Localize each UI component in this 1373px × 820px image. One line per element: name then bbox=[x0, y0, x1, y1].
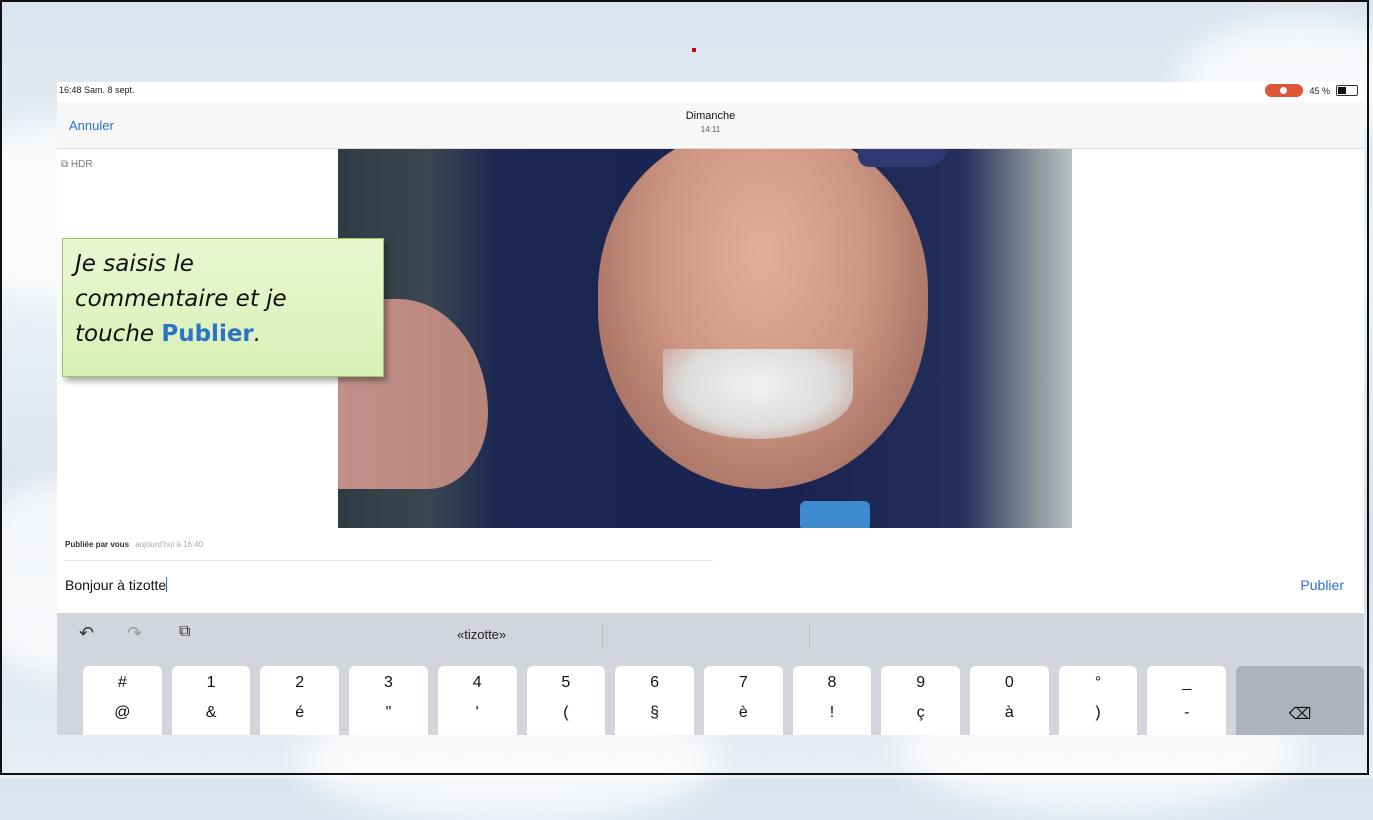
key-primary-label: _ bbox=[1182, 674, 1192, 691]
keyboard-key[interactable]: _ - bbox=[1147, 666, 1227, 735]
keyboard-key[interactable]: 7è bbox=[703, 666, 783, 735]
key-primary-label: 3 bbox=[384, 674, 393, 691]
status-bar: 16:48 Sam. 8 sept. 45 % bbox=[57, 82, 1364, 102]
comment-input[interactable]: Bonjour à tizotte bbox=[65, 577, 168, 593]
recording-icon bbox=[1265, 84, 1304, 97]
suggestion-divider bbox=[602, 623, 603, 649]
key-secondary-label: & bbox=[205, 704, 217, 721]
undo-icon[interactable]: ↶ bbox=[79, 623, 94, 644]
keyboard: ↶ ↷ ⧉ «tizotte» # @1 & 2 é 3 " 4 ' 5(6 § 7 è 8! 9 ç 0 à °)… bbox=[57, 613, 1364, 735]
key-secondary-label: è bbox=[738, 704, 748, 721]
hdr-icon: ⧉ bbox=[61, 159, 69, 170]
nav-title: Dimanche bbox=[685, 110, 736, 122]
status-indicators: 45 % bbox=[1265, 84, 1358, 97]
key-primary-label: 1 bbox=[206, 674, 216, 691]
key-primary-label: 7 bbox=[738, 674, 748, 691]
publish-button[interactable]: Publier bbox=[1300, 577, 1344, 593]
status-time: 16:48 Sam. 8 sept. bbox=[59, 85, 135, 95]
published-by: Publiée par vous bbox=[65, 540, 130, 549]
battery-percent: 45 % bbox=[1309, 85, 1330, 96]
photo-cap bbox=[858, 149, 948, 167]
callout-line-3-suffix: . bbox=[253, 321, 262, 347]
keyboard-key[interactable]: 3 " bbox=[349, 666, 428, 735]
key-secondary-label: ç bbox=[916, 704, 925, 721]
backspace-icon: ⌫ bbox=[1288, 706, 1312, 723]
nav-bar: Annuler Dimanche 14:11 bbox=[57, 102, 1364, 149]
key-primary-label: 6 bbox=[650, 674, 660, 691]
redo-icon[interactable]: ↷ bbox=[127, 623, 142, 644]
keyboard-key[interactable]: 1 & bbox=[171, 666, 251, 735]
published-info: Publiée par vous aujourd'hui à 16:40 bbox=[65, 540, 203, 549]
nav-subtitle: 14:11 bbox=[700, 125, 721, 134]
key-secondary-label: ) bbox=[1095, 704, 1101, 721]
suggestion-item[interactable]: «tizotte» bbox=[457, 627, 506, 642]
keyboard-key[interactable]: # @ bbox=[83, 666, 162, 735]
text-cursor bbox=[166, 577, 168, 592]
keyboard-key[interactable]: 9ç bbox=[881, 666, 961, 735]
hdr-label: HDR bbox=[70, 159, 93, 170]
pointer-dot bbox=[692, 48, 696, 52]
key-primary-label: 5 bbox=[561, 674, 571, 691]
callout-line-1: Je saisis le bbox=[75, 251, 194, 277]
key-secondary-label: " bbox=[385, 704, 392, 721]
suggestion-divider bbox=[809, 623, 810, 649]
keyboard-key[interactable]: 6 § bbox=[615, 666, 694, 735]
instruction-callout: Je saisis le commentaire et je touche Pu… bbox=[62, 238, 384, 377]
callout-line-3-prefix: touche bbox=[75, 321, 162, 347]
comment-text: Bonjour à tizotte bbox=[65, 577, 167, 593]
photo-shirt-logo bbox=[800, 501, 870, 528]
battery-icon bbox=[1336, 85, 1358, 96]
keyboard-key[interactable]: 2é bbox=[260, 666, 340, 735]
key-primary-label: ° bbox=[1094, 674, 1102, 691]
keyboard-toolbar: ↶ ↷ ⧉ «tizotte» bbox=[57, 613, 1364, 655]
key-secondary-label: ( bbox=[563, 704, 569, 721]
keyboard-key[interactable]: 0à bbox=[970, 666, 1049, 735]
key-row: # @1 & 2 é 3 " 4 ' 5(6 § 7 è 8! 9 ç 0 à °) _ - ⌫ bbox=[83, 666, 1364, 735]
key-primary-label: 8 bbox=[827, 674, 837, 691]
keyboard-key[interactable]: 5( bbox=[526, 666, 606, 735]
key-secondary-label: é bbox=[295, 704, 305, 721]
key-secondary-label: ' bbox=[475, 704, 479, 721]
key-primary-label: 2 bbox=[295, 674, 305, 691]
divider bbox=[65, 560, 713, 561]
key-secondary-label: - bbox=[1184, 704, 1190, 721]
hdr-badge: ⧉ HDR bbox=[61, 159, 93, 170]
key-secondary-label: ! bbox=[829, 704, 835, 721]
photo-image[interactable] bbox=[338, 149, 1072, 528]
callout-highlight: Publier bbox=[161, 321, 254, 347]
ipad-screen: 16:48 Sam. 8 sept. 45 % Annuler Dimanche… bbox=[57, 82, 1364, 735]
keyboard-key[interactable]: 4 ' bbox=[437, 666, 517, 735]
published-when: aujourd'hui à 16:40 bbox=[135, 540, 204, 549]
key-primary-label: 9 bbox=[916, 674, 926, 691]
key-secondary-label: à bbox=[1004, 704, 1014, 721]
key-secondary-label: @ bbox=[114, 704, 131, 721]
delete-key[interactable]: ⌫ bbox=[1236, 666, 1364, 735]
keyboard-key[interactable]: °) bbox=[1058, 666, 1138, 735]
key-primary-label: 0 bbox=[1004, 674, 1014, 691]
keyboard-key[interactable]: 8! bbox=[792, 666, 872, 735]
paste-icon[interactable]: ⧉ bbox=[179, 623, 190, 641]
key-primary-label: # bbox=[117, 674, 127, 691]
callout-line-3: touche Publier. bbox=[75, 317, 371, 352]
key-secondary-label: § bbox=[650, 704, 660, 721]
callout-line-2: commentaire et je bbox=[75, 286, 287, 312]
key-primary-label: 4 bbox=[472, 674, 482, 691]
photo-beard bbox=[663, 349, 853, 439]
